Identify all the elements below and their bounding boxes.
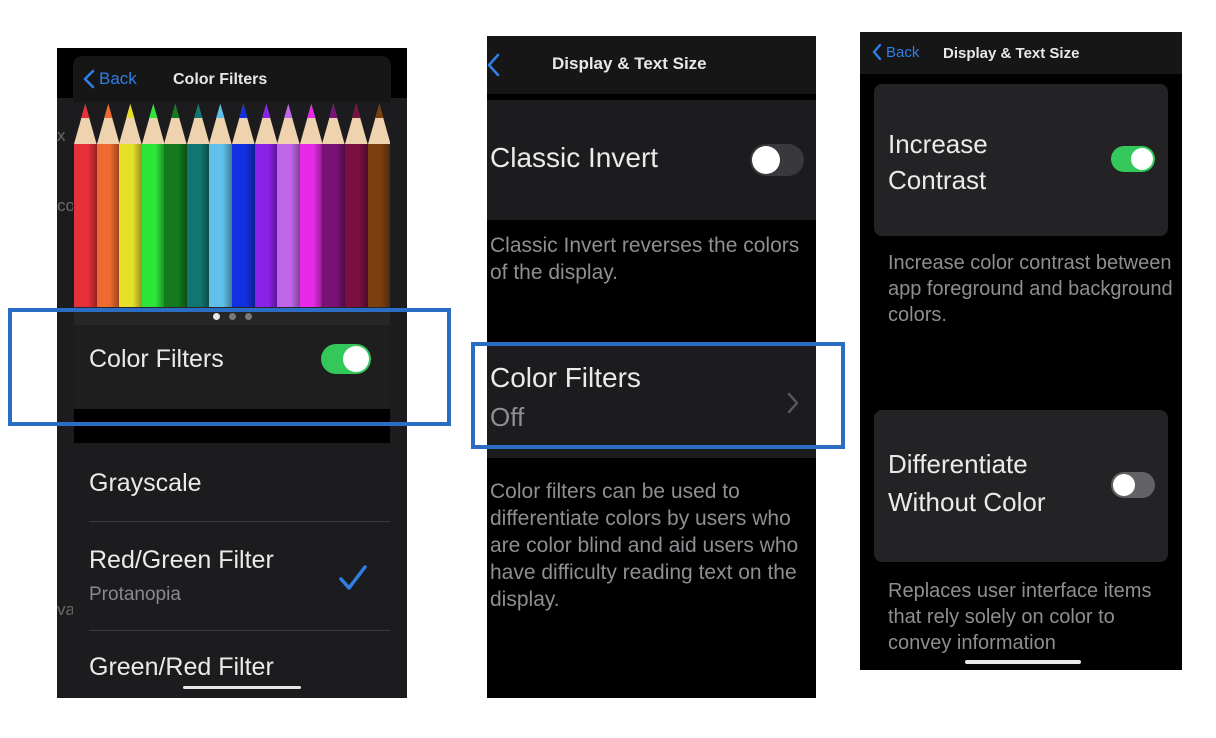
pencil bbox=[119, 102, 142, 307]
pencil bbox=[96, 102, 120, 307]
pencil-tip bbox=[232, 104, 255, 144]
pencil-body bbox=[277, 144, 300, 307]
pencil-tip bbox=[164, 104, 187, 144]
chevron-left-icon[interactable] bbox=[487, 52, 501, 78]
pencil-body bbox=[344, 144, 368, 307]
pencil bbox=[186, 102, 210, 307]
color-filters-description: Color filters can be used to differentia… bbox=[490, 480, 799, 611]
pencils-illustration bbox=[74, 102, 391, 307]
pencil-body bbox=[367, 144, 391, 307]
pencil bbox=[254, 102, 278, 307]
highlight-box bbox=[471, 342, 845, 449]
pencil bbox=[344, 102, 368, 307]
toggle-knob bbox=[1113, 474, 1135, 496]
pencil-tip bbox=[322, 104, 345, 144]
differentiate-label-line1: Differentiate bbox=[888, 449, 1028, 479]
pencil-body bbox=[322, 144, 345, 307]
pencil-tip bbox=[254, 104, 278, 144]
pencil-tip bbox=[344, 104, 368, 144]
pencil-body bbox=[164, 144, 187, 307]
highlight-box bbox=[8, 308, 451, 426]
toggle-knob bbox=[752, 146, 780, 174]
classic-invert-row[interactable]: Classic Invert bbox=[487, 100, 816, 220]
increase-contrast-description: Increase color contrast between app fore… bbox=[888, 252, 1173, 326]
filter-option-grayscale[interactable]: Grayscale bbox=[74, 443, 390, 521]
chevron-left-icon bbox=[83, 69, 95, 89]
home-indicator[interactable] bbox=[183, 686, 301, 689]
pencil-tip bbox=[299, 104, 323, 144]
checkmark-icon bbox=[339, 565, 367, 590]
filter-label: Green/Red Filter bbox=[89, 653, 274, 681]
display-text-size-screen-detail: Back Display & Text Size Increase Contra… bbox=[860, 32, 1182, 670]
differentiate-toggle[interactable] bbox=[1111, 472, 1155, 498]
differentiate-label-line2: Without Color bbox=[888, 487, 1046, 517]
pencil-tip bbox=[119, 104, 142, 144]
filter-option-red-green[interactable]: Red/Green Filter Protanopia bbox=[74, 522, 390, 630]
filters-list: Grayscale Red/Green Filter Protanopia Gr… bbox=[74, 443, 390, 698]
pencil-body bbox=[186, 144, 210, 307]
pencil-tip bbox=[96, 104, 120, 144]
back-button[interactable]: Back bbox=[872, 43, 919, 61]
filter-sublabel: Protanopia bbox=[89, 584, 181, 605]
back-label: Back bbox=[99, 69, 137, 88]
classic-invert-label: Classic Invert bbox=[490, 142, 659, 173]
pencil bbox=[74, 102, 97, 307]
filter-label: Red/Green Filter bbox=[89, 546, 274, 574]
filter-label: Grayscale bbox=[89, 469, 202, 497]
toggle-knob bbox=[1131, 148, 1153, 170]
nav-title: Display & Text Size bbox=[943, 45, 1080, 62]
pencil-body bbox=[254, 144, 278, 307]
increase-contrast-row[interactable]: Increase Contrast bbox=[874, 84, 1168, 236]
back-button[interactable]: Back bbox=[83, 69, 137, 89]
pencil-body bbox=[299, 144, 323, 307]
classic-invert-description: Classic Invert reverses the colors of th… bbox=[490, 234, 800, 284]
pencil bbox=[277, 102, 300, 307]
pencil-tip bbox=[277, 104, 300, 144]
pencil bbox=[299, 102, 323, 307]
pencil-tip bbox=[74, 104, 97, 144]
pencil bbox=[232, 102, 255, 307]
increase-contrast-toggle[interactable] bbox=[1111, 146, 1155, 172]
classic-invert-toggle[interactable] bbox=[750, 144, 804, 176]
pencil bbox=[322, 102, 345, 307]
pencil bbox=[367, 102, 391, 307]
increase-contrast-label-line2: Contrast bbox=[888, 165, 987, 195]
pencil-body bbox=[96, 144, 120, 307]
differentiate-description: Replaces user interface items that rely … bbox=[888, 580, 1152, 654]
pencil-body bbox=[209, 144, 233, 307]
nav-bar: Display & Text Size bbox=[487, 36, 816, 94]
increase-contrast-label-line1: Increase bbox=[888, 129, 988, 159]
pencil-body bbox=[232, 144, 255, 307]
nav-bar: Back Color Filters bbox=[73, 56, 391, 102]
differentiate-without-color-row[interactable]: Differentiate Without Color bbox=[874, 410, 1168, 562]
pencil-body bbox=[119, 144, 142, 307]
pencil-body bbox=[141, 144, 165, 307]
nav-title: Color Filters bbox=[173, 71, 268, 88]
nav-bar: Back Display & Text Size bbox=[860, 32, 1182, 74]
background-text: x bbox=[57, 126, 66, 145]
pencil-tip bbox=[367, 104, 391, 144]
chevron-left-icon bbox=[872, 43, 882, 61]
nav-title: Display & Text Size bbox=[552, 54, 707, 73]
pencil-tip bbox=[141, 104, 165, 144]
home-indicator[interactable] bbox=[965, 660, 1081, 664]
pencil-tip bbox=[209, 104, 233, 144]
pencil bbox=[164, 102, 187, 307]
pencil-body bbox=[74, 144, 97, 307]
pencil-tip bbox=[186, 104, 210, 144]
pencil bbox=[209, 102, 233, 307]
pencil bbox=[141, 102, 165, 307]
back-label: Back bbox=[886, 43, 920, 61]
